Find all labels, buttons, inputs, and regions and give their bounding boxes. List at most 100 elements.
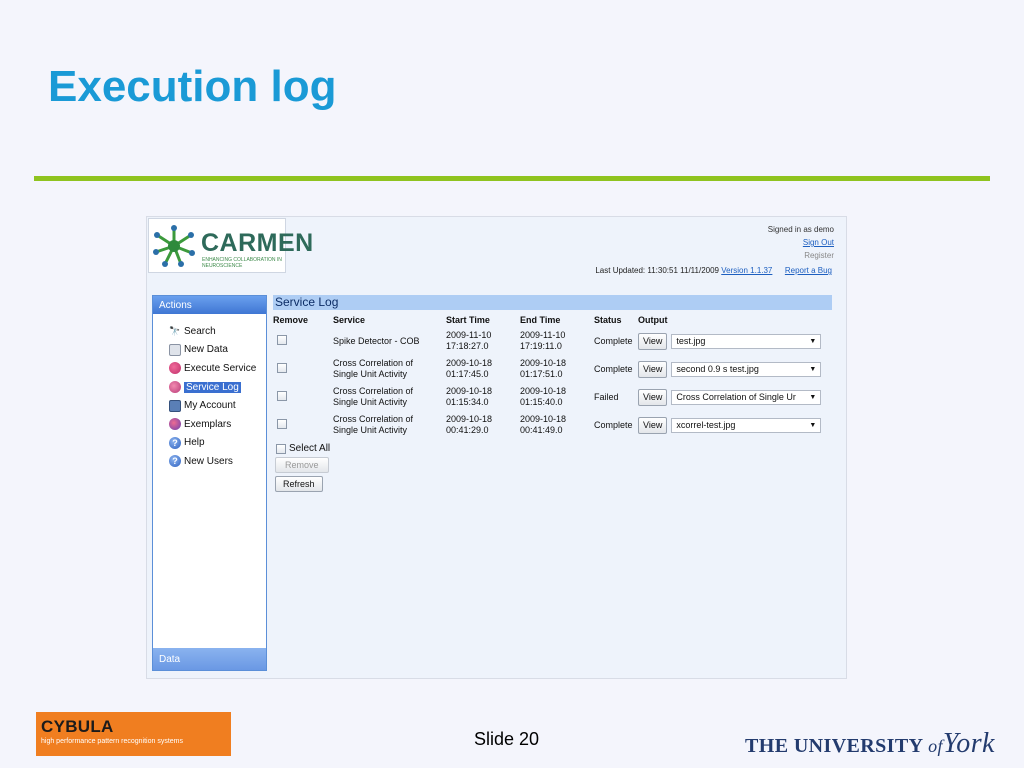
- sidebar-item-my-account[interactable]: My Account: [169, 396, 266, 415]
- end-time: 01:17:51.0: [520, 369, 563, 379]
- sidebar-item-label: Help: [184, 437, 205, 449]
- sidebar-header-actions[interactable]: Actions: [153, 296, 266, 314]
- service-name-line2: Single Unit Activity: [333, 369, 408, 379]
- end-time: 00:41:49.0: [520, 425, 563, 435]
- start-date: 2009-10-18: [446, 414, 493, 424]
- service-name-line2: Single Unit Activity: [333, 425, 408, 435]
- view-button[interactable]: View: [638, 360, 668, 378]
- report-bug-link[interactable]: Report a Bug: [785, 266, 832, 275]
- table-header-row: Remove Service Start Time End Time Statu…: [273, 313, 828, 327]
- end-date: 2009-10-18: [520, 386, 567, 396]
- status-text: Failed: [594, 391, 619, 402]
- end-date: 2009-10-18: [520, 358, 567, 368]
- end-date: 2009-10-18: [520, 414, 567, 424]
- output-select[interactable]: second 0.9 s test.jpg ▼: [671, 361, 822, 377]
- sidebar-item-label: New Users: [184, 455, 233, 467]
- table-row: Cross Correlation of Single Unit Activity…: [273, 411, 828, 439]
- title-divider: [34, 176, 990, 181]
- york-of: of: [928, 736, 943, 756]
- table-row: Spike Detector - COB 2009-11-10 17:18:27.…: [273, 327, 828, 355]
- cybula-tagline: high performance pattern recognition sys…: [41, 738, 184, 745]
- service-log-panel: Service Log Remove Service Start Time En…: [273, 295, 832, 492]
- service-log-table: Remove Service Start Time End Time Statu…: [273, 313, 828, 439]
- output-select-value: Cross Correlation of Single Ur: [676, 391, 796, 402]
- service-name-line2: Single Unit Activity: [333, 397, 408, 407]
- carmen-star-icon: [153, 225, 195, 267]
- remove-checkbox[interactable]: [277, 390, 287, 401]
- execute-service-icon: [169, 362, 181, 375]
- service-name: Spike Detector - COB: [333, 335, 420, 346]
- sidebar-item-label: Execute Service: [184, 362, 257, 374]
- status-text: Complete: [594, 335, 633, 346]
- select-all-label: Select All: [289, 443, 331, 454]
- version-link[interactable]: Version 1.1.37: [721, 266, 772, 275]
- output-select[interactable]: Cross Correlation of Single Ur ▼: [671, 389, 822, 405]
- slide-title: Execution log: [48, 62, 337, 111]
- remove-checkbox[interactable]: [277, 362, 287, 373]
- column-header-output: Output: [638, 315, 668, 325]
- output-select-value: xcorrel-test.jpg: [676, 419, 736, 430]
- binoculars-icon: 🔭: [169, 326, 181, 337]
- sidebar-footer-data[interactable]: Data: [153, 648, 266, 670]
- account-icon: [169, 399, 181, 412]
- output-select[interactable]: test.jpg ▼: [671, 333, 822, 349]
- sidebar-item-label: Search: [184, 325, 216, 337]
- panel-title: Service Log: [273, 295, 832, 310]
- sidebar-item-search[interactable]: 🔭 Search: [169, 322, 266, 341]
- start-time: 00:41:29.0: [446, 425, 489, 435]
- view-button[interactable]: View: [638, 416, 668, 434]
- column-header-status: Status: [594, 315, 622, 325]
- table-actions: Select All Remove Refresh: [273, 443, 832, 492]
- select-all-checkbox[interactable]: Select All: [276, 443, 832, 454]
- service-log-icon: [169, 381, 181, 394]
- start-date: 2009-10-18: [446, 358, 493, 368]
- dropdown-arrow-icon: ▼: [809, 421, 817, 429]
- dropdown-arrow-icon: ▼: [809, 365, 817, 373]
- york-the-university: THE UNIVERSITY: [745, 735, 923, 757]
- status-text: Complete: [594, 419, 633, 430]
- sidebar-item-help[interactable]: ? Help: [169, 434, 266, 453]
- output-select-value: test.jpg: [676, 335, 706, 346]
- dropdown-arrow-icon: ▼: [809, 393, 817, 401]
- dropdown-arrow-icon: ▼: [809, 337, 817, 345]
- university-of-york-logo: THE UNIVERSITY ofYork: [745, 728, 995, 760]
- logo-wordmark: CARMEN: [201, 229, 314, 257]
- output-select-value: second 0.9 s test.jpg: [676, 363, 759, 374]
- service-name: Cross Correlation of: [333, 386, 414, 396]
- sign-out-link[interactable]: Sign Out: [803, 238, 834, 247]
- refresh-button[interactable]: Refresh: [275, 476, 323, 492]
- last-updated-text: Last Updated: 11:30:51 11/11/2009: [595, 266, 719, 275]
- view-button[interactable]: View: [638, 332, 668, 350]
- sidebar-item-new-users[interactable]: ? New Users: [169, 452, 266, 471]
- york-name: York: [942, 728, 995, 759]
- sidebar-item-exemplars[interactable]: Exemplars: [169, 415, 266, 434]
- logo-tagline: ENHANCING COLLABORATION IN NEUROSCIENCE: [202, 257, 282, 269]
- start-time: 01:17:45.0: [446, 369, 489, 379]
- end-date: 2009-11-10: [520, 330, 566, 340]
- sidebar-item-label: New Data: [184, 344, 228, 356]
- service-name: Cross Correlation of: [333, 414, 414, 424]
- end-time: 17:19:11.0: [520, 341, 562, 351]
- select-all-box[interactable]: [276, 443, 286, 454]
- new-users-icon: ?: [169, 455, 181, 468]
- remove-button[interactable]: Remove: [275, 457, 329, 473]
- register-link[interactable]: Register: [768, 249, 834, 262]
- sidebar-item-service-log[interactable]: Service Log: [169, 378, 266, 397]
- column-header-service: Service: [333, 315, 366, 325]
- sidebar-item-label: Service Log: [184, 381, 241, 393]
- carmen-logo[interactable]: CARMEN ENHANCING COLLABORATION IN NEUROS…: [148, 218, 313, 273]
- exemplars-icon: [169, 418, 181, 431]
- cybula-name: CYBULA: [41, 717, 114, 736]
- sidebar-item-label: Exemplars: [184, 418, 232, 430]
- sidebar-nav: 🔭 Search New Data Execute Service Servic…: [153, 314, 266, 471]
- sidebar-item-new-data[interactable]: New Data: [169, 341, 266, 360]
- service-name: Cross Correlation of: [333, 358, 414, 368]
- sidebar-item-execute-service[interactable]: Execute Service: [169, 359, 266, 378]
- end-time: 01:15:40.0: [520, 397, 563, 407]
- output-select[interactable]: xcorrel-test.jpg ▼: [671, 417, 822, 433]
- remove-checkbox[interactable]: [277, 418, 287, 429]
- start-date: 2009-10-18: [446, 386, 493, 396]
- view-button[interactable]: View: [638, 388, 668, 406]
- help-icon: ?: [169, 436, 181, 449]
- remove-checkbox[interactable]: [277, 334, 287, 345]
